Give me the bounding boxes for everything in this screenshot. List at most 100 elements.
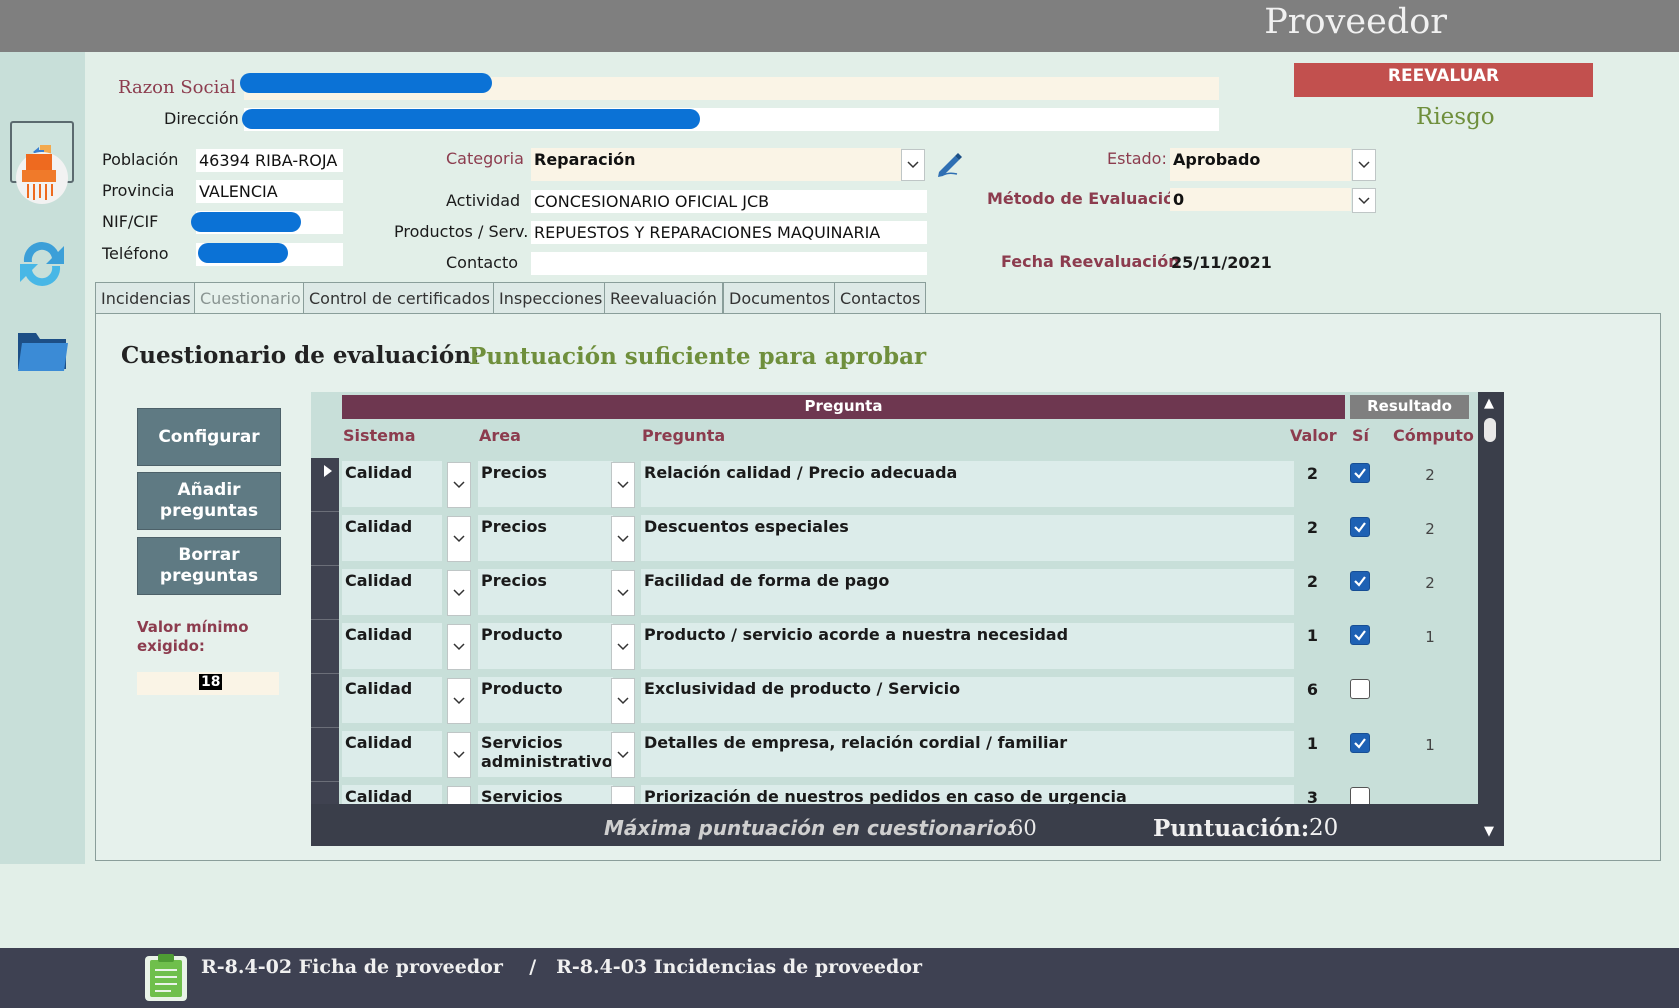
cell-computo: 2 xyxy=(1425,520,1435,538)
tab-control-certificados[interactable]: Control de certificados xyxy=(303,282,496,314)
checkmark-icon xyxy=(1354,468,1366,479)
row-selector[interactable] xyxy=(311,674,339,728)
row-selector[interactable] xyxy=(311,782,339,804)
productos-field[interactable]: REPUESTOS Y REPARACIONES MAQUINARIA xyxy=(531,221,927,244)
cell-sistema[interactable]: Calidad xyxy=(342,623,442,669)
table-row[interactable]: Calidad Producto Producto / servicio acord… xyxy=(311,620,1478,674)
cell-pregunta[interactable]: Relación calidad / Precio adecuada xyxy=(641,461,1294,507)
estado-dropdown[interactable] xyxy=(1352,149,1376,181)
cell-area[interactable]: Producto xyxy=(478,677,613,723)
borrar-preguntas-button[interactable]: Borrar preguntas xyxy=(137,537,281,595)
area-dropdown[interactable] xyxy=(611,786,635,804)
area-dropdown[interactable] xyxy=(611,570,635,616)
sistema-dropdown[interactable] xyxy=(447,516,471,562)
max-puntuacion-label: Máxima puntuación en cuestionario: xyxy=(604,816,1015,840)
actividad-field[interactable]: CONCESIONARIO OFICIAL JCB xyxy=(531,190,927,213)
contacto-field[interactable] xyxy=(531,252,927,275)
cell-area[interactable]: Servicios xyxy=(478,785,613,804)
refresh-button[interactable] xyxy=(10,232,74,294)
row-selector[interactable] xyxy=(311,458,339,512)
cell-pregunta[interactable]: Descuentos especiales xyxy=(641,515,1294,561)
row-selector[interactable] xyxy=(311,566,339,620)
categoria-dropdown[interactable] xyxy=(901,149,925,181)
tab-contactos[interactable]: Contactos xyxy=(834,282,927,314)
cell-area[interactable]: Producto xyxy=(478,623,613,669)
cell-area[interactable]: Precios xyxy=(478,515,613,561)
puntuacion-value: 20 xyxy=(1309,815,1339,841)
cell-sistema[interactable]: Calidad xyxy=(342,677,442,723)
clipboard-icon xyxy=(145,954,187,1001)
provincia-field[interactable]: VALENCIA xyxy=(196,180,343,203)
table-row[interactable]: Calidad Servicios administrativos Detalles… xyxy=(311,728,1478,782)
si-checkbox[interactable] xyxy=(1350,787,1370,804)
cell-pregunta[interactable]: Priorización de nuestros pedidos en caso… xyxy=(641,785,1294,804)
si-checkbox[interactable] xyxy=(1350,571,1370,591)
table-row[interactable]: Calidad Precios Facilidad de forma de pago… xyxy=(311,566,1478,620)
cell-area[interactable]: Precios xyxy=(478,461,613,507)
configurar-button[interactable]: Configurar xyxy=(137,408,281,466)
column-si: Sí xyxy=(1352,426,1370,445)
scroll-down-icon[interactable]: ▼ xyxy=(1484,824,1494,839)
metodo-field[interactable]: 0 xyxy=(1170,188,1351,211)
grid-scrollbar[interactable]: ▲ ▼ xyxy=(1478,392,1504,846)
metodo-dropdown[interactable] xyxy=(1352,188,1376,213)
tab-reevaluacion[interactable]: Reevaluación xyxy=(604,282,723,314)
reevaluar-button[interactable]: REEVALUAR xyxy=(1294,63,1593,97)
cell-sistema[interactable]: Calidad xyxy=(342,785,442,804)
estado-field[interactable]: Aprobado xyxy=(1170,148,1351,181)
poblacion-label: Población xyxy=(102,150,179,169)
cell-pregunta[interactable]: Facilidad de forma de pago xyxy=(641,569,1294,615)
area-dropdown[interactable] xyxy=(611,732,635,778)
si-checkbox[interactable] xyxy=(1350,463,1370,483)
sistema-dropdown[interactable] xyxy=(447,624,471,670)
cell-sistema[interactable]: Calidad xyxy=(342,731,442,777)
sistema-dropdown[interactable] xyxy=(447,570,471,616)
cell-pregunta[interactable]: Producto / servicio acorde a nuestra nec… xyxy=(641,623,1294,669)
categoria-field[interactable]: Reparación xyxy=(531,148,901,181)
row-selector[interactable] xyxy=(311,728,339,782)
shredder-button[interactable] xyxy=(10,146,74,208)
si-checkbox[interactable] xyxy=(1350,517,1370,537)
anadir-preguntas-button[interactable]: Añadir preguntas xyxy=(137,472,281,530)
footer-links[interactable]: R-8.4-02 Ficha de proveedor / R-8.4-03 I… xyxy=(201,956,922,978)
cell-computo: 2 xyxy=(1425,466,1435,484)
row-selector[interactable] xyxy=(311,512,339,566)
table-row[interactable]: Calidad Servicios Priorización de nuestros… xyxy=(311,782,1478,804)
chevron-down-icon xyxy=(453,643,465,651)
clipboard-button[interactable] xyxy=(144,952,188,1006)
si-checkbox[interactable] xyxy=(1350,679,1370,699)
sistema-dropdown[interactable] xyxy=(447,732,471,778)
poblacion-field[interactable]: 46394 RIBA-ROJA D xyxy=(196,149,343,172)
area-dropdown[interactable] xyxy=(611,516,635,562)
cell-pregunta[interactable]: Detalles de empresa, relación cordial / … xyxy=(641,731,1294,777)
tab-cuestionario[interactable]: Cuestionario xyxy=(194,282,307,314)
sistema-dropdown[interactable] xyxy=(447,678,471,724)
si-checkbox[interactable] xyxy=(1350,733,1370,753)
tab-incidencias[interactable]: Incidencias xyxy=(95,282,197,314)
si-checkbox[interactable] xyxy=(1350,625,1370,645)
scroll-up-icon[interactable]: ▲ xyxy=(1484,396,1494,411)
tab-documentos[interactable]: Documentos xyxy=(723,282,837,314)
cell-area[interactable]: Precios xyxy=(478,569,613,615)
edit-categoria-button[interactable] xyxy=(935,150,965,182)
sistema-dropdown[interactable] xyxy=(447,462,471,508)
cell-sistema[interactable]: Calidad xyxy=(342,515,442,561)
tab-inspecciones[interactable]: Inspecciones xyxy=(493,282,609,314)
table-row[interactable]: Calidad Producto Exclusividad de producto … xyxy=(311,674,1478,728)
row-selector[interactable] xyxy=(311,620,339,674)
folder-button[interactable] xyxy=(10,318,74,380)
scrollbar-thumb[interactable] xyxy=(1484,418,1496,442)
chevron-down-icon xyxy=(453,697,465,705)
area-dropdown[interactable] xyxy=(611,678,635,724)
table-row[interactable]: Calidad Precios Descuentos especiales 2 2 xyxy=(311,512,1478,566)
cell-area[interactable]: Servicios administrativos xyxy=(478,731,622,777)
cell-computo: 1 xyxy=(1425,736,1435,754)
table-row[interactable]: Calidad Precios Relación calidad / Precio … xyxy=(311,458,1478,512)
area-dropdown[interactable] xyxy=(611,624,635,670)
cell-pregunta[interactable]: Exclusividad de producto / Servicio xyxy=(641,677,1294,723)
valor-minimo-field[interactable]: 18 xyxy=(137,672,279,695)
sistema-dropdown[interactable] xyxy=(447,786,471,804)
cell-sistema[interactable]: Calidad xyxy=(342,569,442,615)
area-dropdown[interactable] xyxy=(611,462,635,508)
cell-sistema[interactable]: Calidad xyxy=(342,461,442,507)
